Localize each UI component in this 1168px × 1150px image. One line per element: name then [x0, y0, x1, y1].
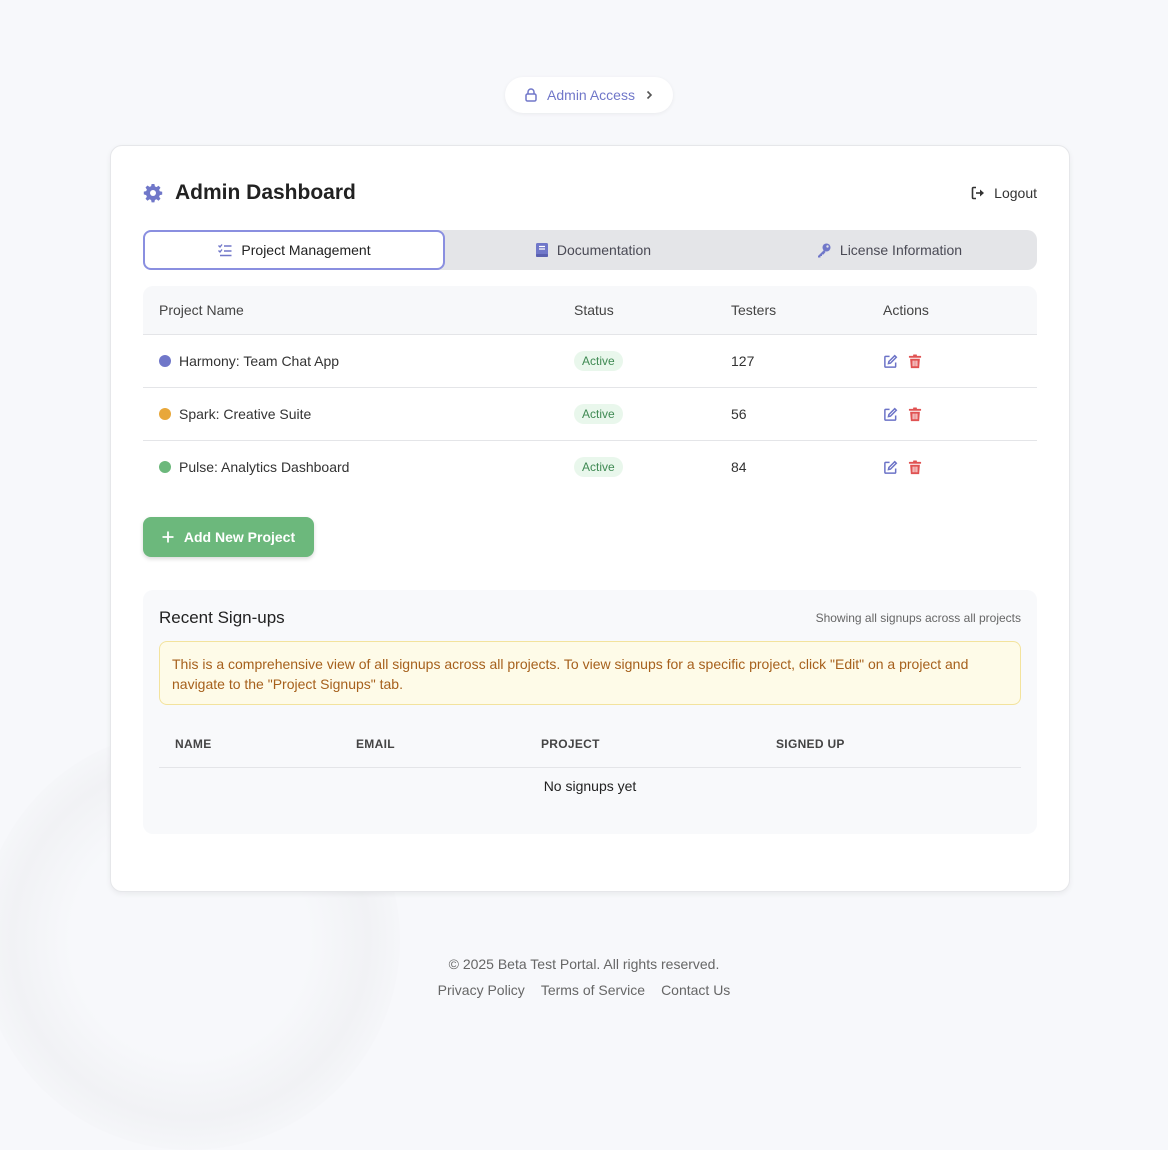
tester-count: 56	[731, 406, 747, 422]
checklist-icon	[217, 242, 233, 258]
terms-of-service-link[interactable]: Terms of Service	[541, 982, 645, 998]
footer: © 2025 Beta Test Portal. All rights rese…	[0, 956, 1168, 998]
status-badge: Active	[574, 351, 623, 371]
column-header: NAME	[175, 737, 212, 751]
book-icon	[535, 242, 549, 258]
projects-table: Project Name Status Testers Actions Harm…	[143, 286, 1037, 493]
lock-icon	[523, 87, 539, 103]
trash-icon[interactable]	[908, 406, 922, 422]
admin-access-label: Admin Access	[547, 87, 635, 103]
status-badge: Active	[574, 404, 623, 424]
project-name: Spark: Creative Suite	[179, 406, 312, 422]
contact-us-link[interactable]: Contact Us	[661, 982, 730, 998]
add-new-project-button[interactable]: Add New Project	[143, 517, 314, 557]
tab-license-information[interactable]: License Information	[741, 230, 1037, 270]
admin-access-button[interactable]: Admin Access	[505, 77, 673, 113]
column-header: PROJECT	[541, 737, 600, 751]
page-title: Admin Dashboard	[175, 181, 356, 204]
tab-label: Project Management	[241, 242, 371, 258]
dashboard-header: Admin Dashboard Logout	[143, 180, 1037, 206]
project-name: Harmony: Team Chat App	[179, 353, 340, 369]
copyright-text: © 2025 Beta Test Portal. All rights rese…	[448, 956, 720, 972]
column-header: EMAIL	[356, 737, 395, 751]
column-header: SIGNED UP	[776, 737, 845, 751]
column-header: Testers	[731, 302, 777, 318]
tab-label: Documentation	[556, 242, 652, 258]
column-header: Actions	[883, 302, 929, 318]
column-header: Project Name	[159, 302, 244, 318]
dashboard-tabs: Project Management Documentation License…	[143, 230, 1037, 270]
table-header: Project Name Status Testers Actions	[143, 286, 1037, 335]
footer-links: Privacy Policy Terms of Service Contact …	[0, 982, 1168, 998]
tester-count: 127	[731, 353, 755, 369]
edit-icon[interactable]	[883, 460, 898, 475]
logout-icon	[970, 185, 986, 201]
key-icon	[816, 242, 832, 258]
status-badge: Active	[574, 457, 623, 477]
tab-label: License Information	[839, 242, 963, 258]
table-row: Pulse: Analytics Dashboard Active 84	[143, 441, 1037, 493]
chevron-right-icon	[643, 89, 655, 101]
table-row: Spark: Creative Suite Active 56	[143, 388, 1037, 441]
table-row: Harmony: Team Chat App Active 127	[143, 335, 1037, 388]
section-note: Showing all signups across all projects	[815, 611, 1021, 625]
logout-label: Logout	[994, 185, 1037, 201]
project-color-dot	[159, 408, 171, 420]
empty-state-message: No signups yet	[543, 778, 637, 794]
trash-icon[interactable]	[908, 353, 922, 369]
logout-button[interactable]: Logout	[970, 185, 1037, 201]
signups-table-header: NAME EMAIL PROJECT SIGNED UP	[159, 721, 1021, 768]
info-message: This is a comprehensive view of all sign…	[159, 641, 1021, 705]
tab-documentation[interactable]: Documentation	[445, 230, 741, 270]
edit-icon[interactable]	[883, 407, 898, 422]
gear-icon	[143, 183, 163, 203]
edit-icon[interactable]	[883, 354, 898, 369]
privacy-policy-link[interactable]: Privacy Policy	[438, 982, 525, 998]
project-color-dot	[159, 355, 171, 367]
trash-icon[interactable]	[908, 459, 922, 475]
tester-count: 84	[731, 459, 747, 475]
admin-dashboard-card: Admin Dashboard Logout Project Managemen…	[110, 145, 1070, 892]
project-color-dot	[159, 461, 171, 473]
plus-icon	[162, 531, 174, 543]
section-title: Recent Sign-ups	[159, 608, 285, 627]
project-name: Pulse: Analytics Dashboard	[179, 459, 350, 475]
column-header: Status	[574, 302, 614, 318]
recent-signups-section: Recent Sign-ups Showing all signups acro…	[143, 590, 1037, 834]
tab-project-management[interactable]: Project Management	[143, 230, 445, 270]
add-new-project-label: Add New Project	[183, 529, 296, 545]
